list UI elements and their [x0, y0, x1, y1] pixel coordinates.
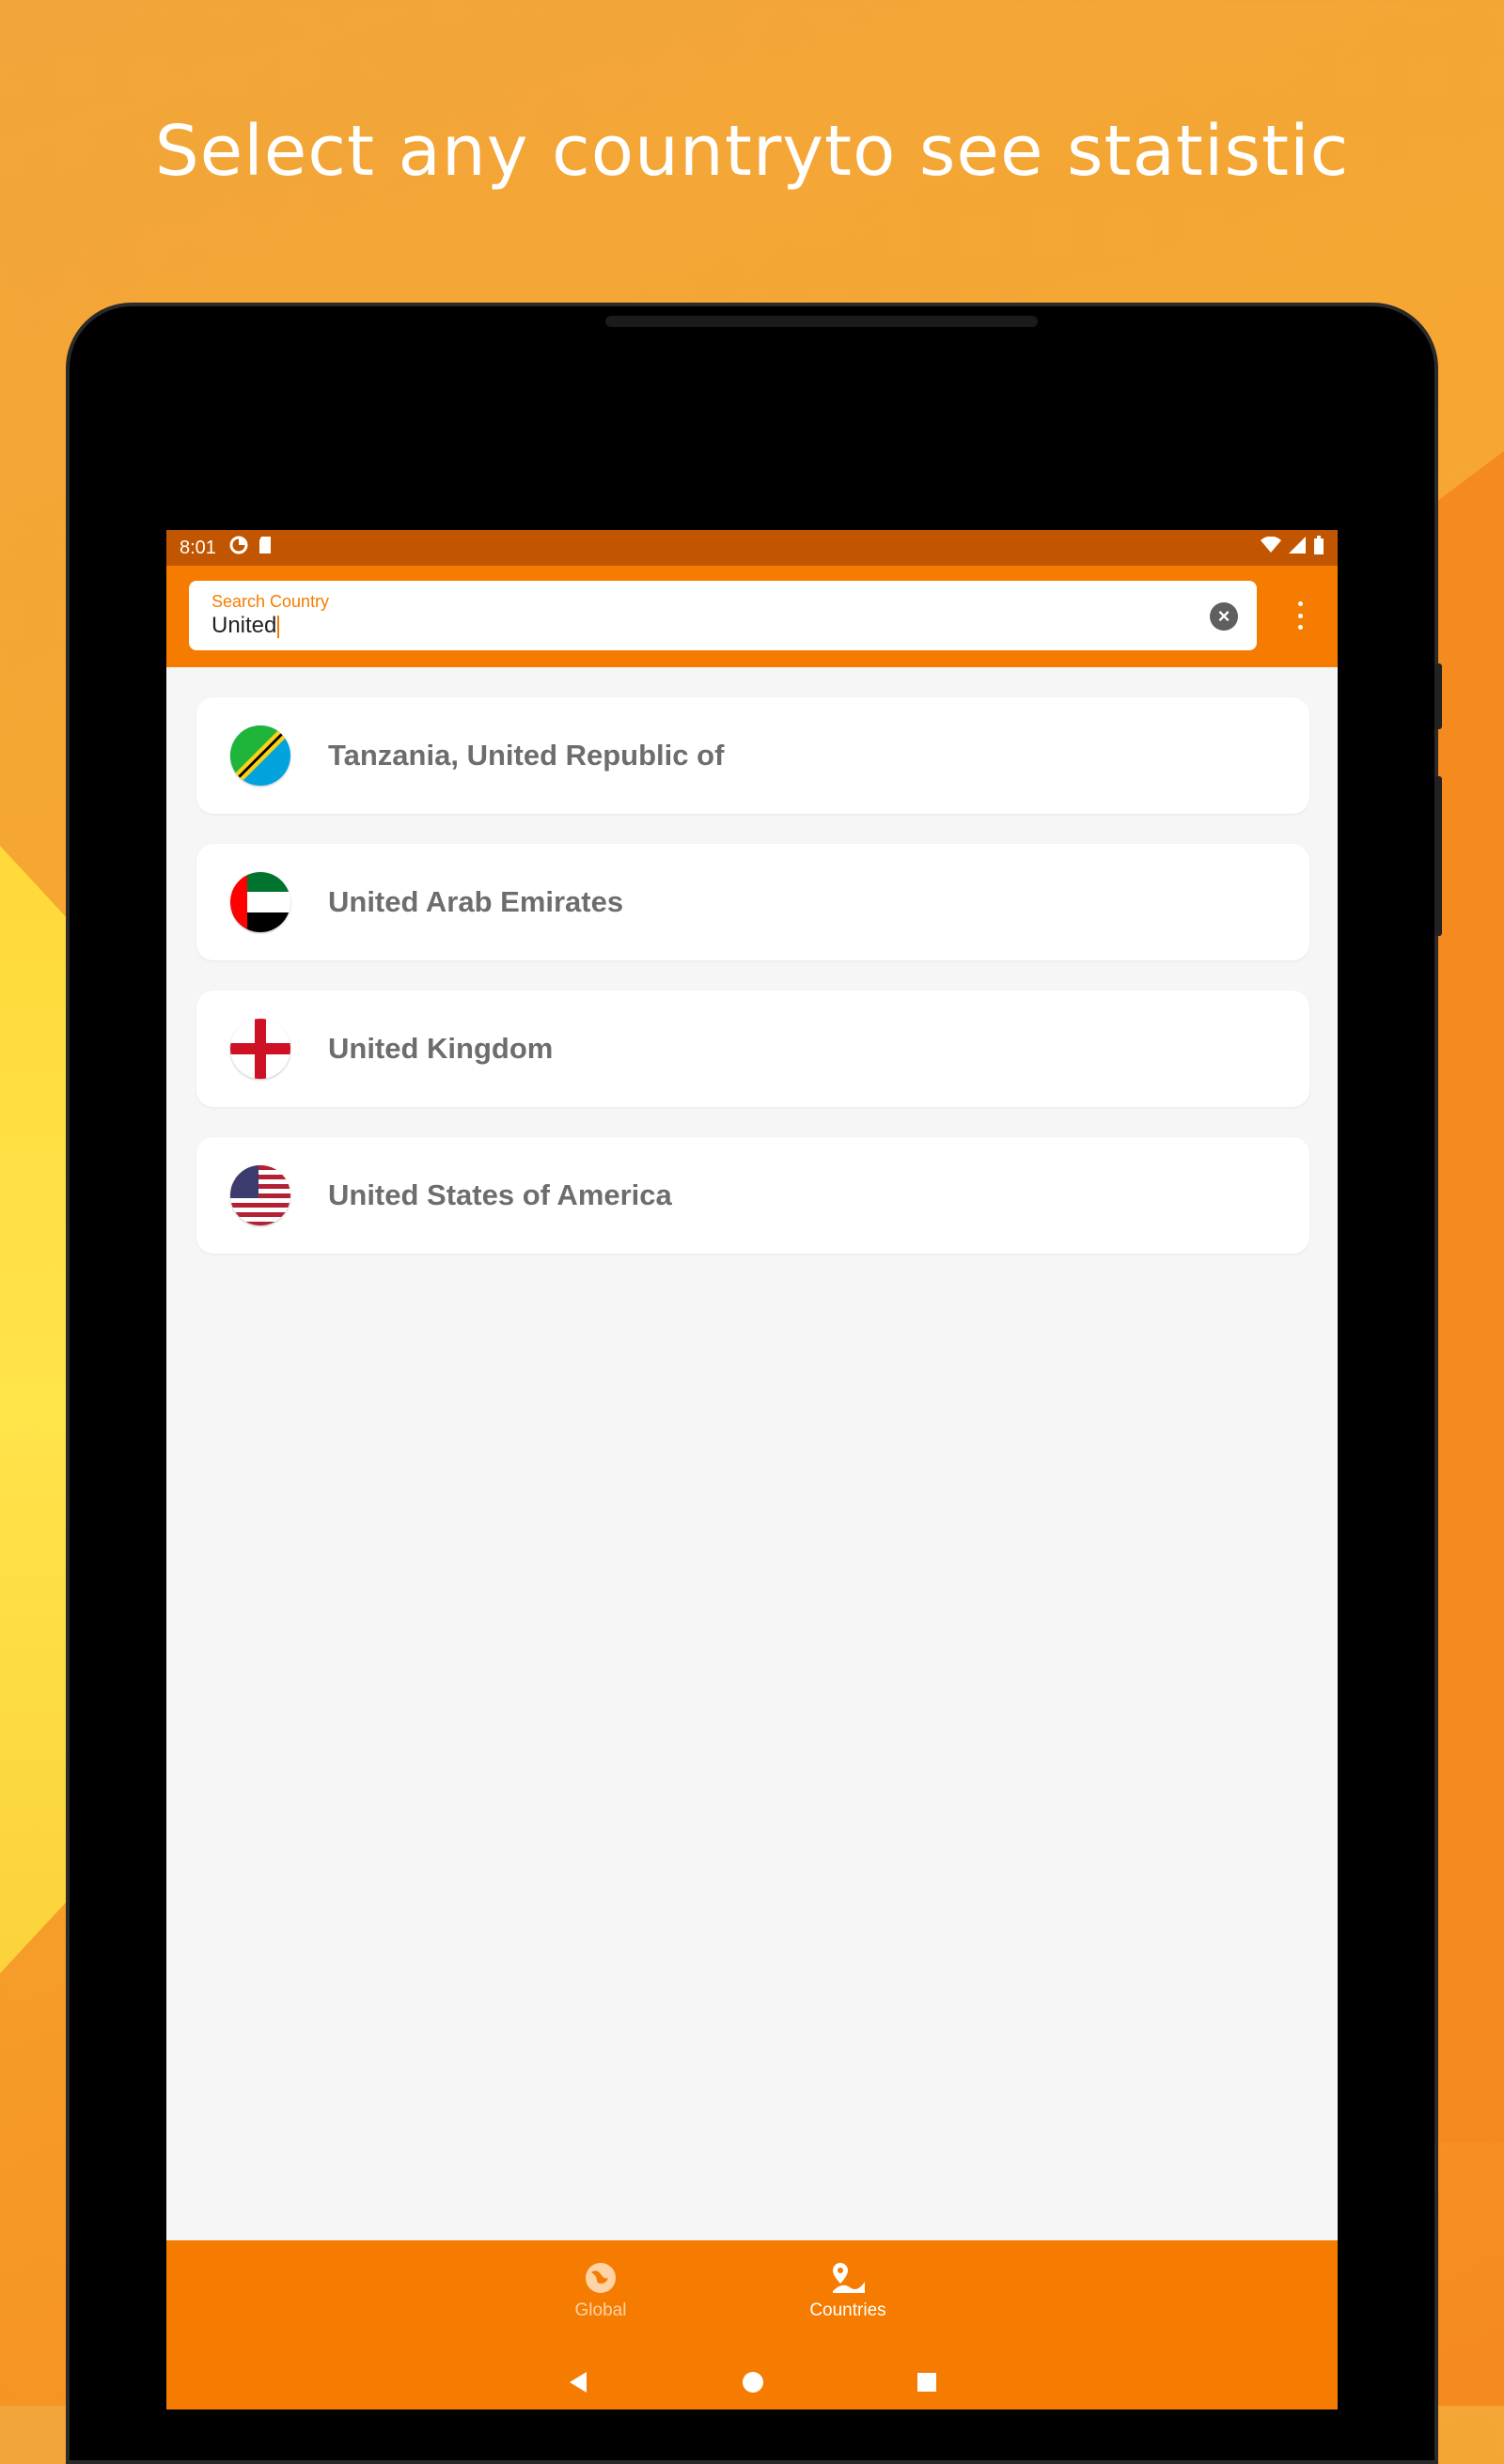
usa-flag-icon: [230, 1165, 290, 1225]
system-navigation-bar: [166, 2359, 1338, 2409]
status-time: 8:01: [180, 537, 216, 558]
wifi-icon: [1261, 536, 1281, 559]
globe-icon: [582, 2259, 619, 2297]
cell-signal-icon: [1289, 537, 1306, 559]
search-field-label: Search Country: [212, 592, 330, 611]
status-bar: 8:01: [166, 530, 1338, 566]
country-list: Tanzania, United Republic of United Arab…: [196, 697, 1309, 1284]
back-icon[interactable]: [566, 2370, 590, 2399]
country-name: Tanzania, United Republic of: [328, 739, 725, 772]
data-saver-icon: [229, 536, 248, 560]
uae-flag-icon: [230, 872, 290, 932]
map-pin-icon: [829, 2259, 867, 2297]
home-icon[interactable]: [741, 2370, 765, 2399]
nav-item-global[interactable]: Global: [525, 2259, 676, 2321]
country-name: United States of America: [328, 1178, 672, 1211]
sd-card-icon: [258, 536, 273, 560]
device-screen: 8:01 Search Country United × Tanzania, U…: [166, 530, 1338, 2409]
search-country-field[interactable]: Search Country United ×: [189, 581, 1257, 650]
england-flag-icon: [230, 1019, 290, 1079]
bottom-navigation: Global Countries: [166, 2240, 1338, 2409]
country-item-usa[interactable]: United States of America: [196, 1137, 1309, 1254]
volume-button: [1434, 776, 1442, 936]
nav-item-countries[interactable]: Countries: [773, 2259, 923, 2321]
search-input-value: United: [212, 613, 277, 638]
battery-icon: [1313, 536, 1324, 560]
nav-label-countries: Countries: [809, 2300, 886, 2320]
country-item-tanzania[interactable]: Tanzania, United Republic of: [196, 697, 1309, 814]
overflow-menu-icon[interactable]: [1296, 601, 1304, 630]
app-bar: Search Country United ×: [166, 566, 1338, 667]
search-input[interactable]: United: [212, 613, 280, 639]
country-item-uae[interactable]: United Arab Emirates: [196, 844, 1309, 960]
country-name: United Arab Emirates: [328, 885, 624, 918]
recents-icon[interactable]: [916, 2371, 938, 2398]
nav-label-global: Global: [574, 2300, 627, 2320]
text-caret: [277, 615, 280, 638]
power-button: [1434, 663, 1442, 729]
camera-slot: [605, 316, 1038, 327]
country-item-uk[interactable]: United Kingdom: [196, 990, 1309, 1107]
clear-search-icon[interactable]: ×: [1210, 602, 1238, 631]
tanzania-flag-icon: [230, 725, 290, 786]
promo-headline: Select any countryto see statistic: [154, 111, 1350, 192]
country-name: United Kingdom: [328, 1032, 554, 1065]
